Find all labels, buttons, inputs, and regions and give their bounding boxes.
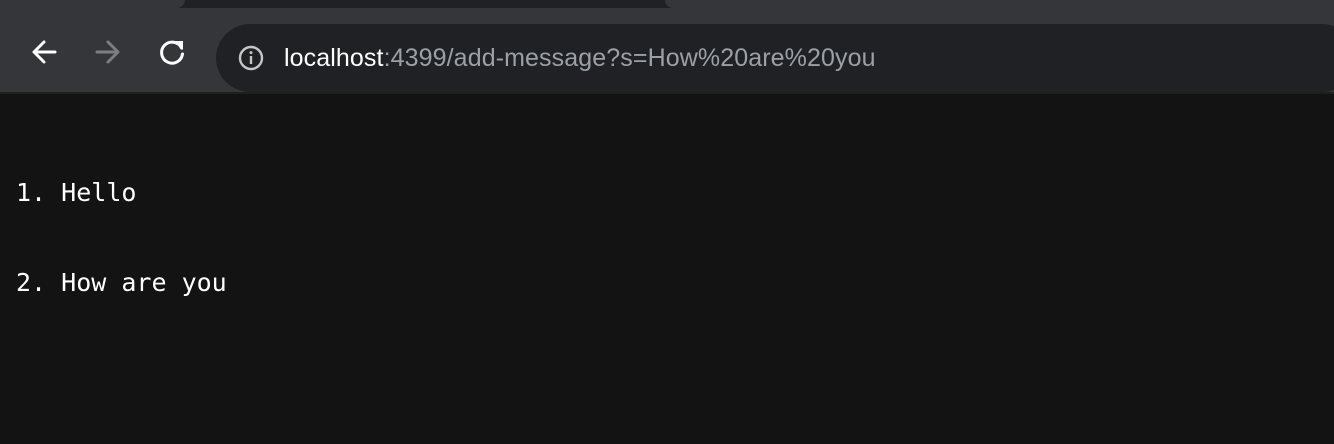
list-item: 1. Hello: [16, 178, 227, 208]
item-text: Hello: [61, 178, 137, 207]
forward-button[interactable]: [90, 34, 126, 70]
item-number: 2.: [16, 268, 47, 297]
arrow-left-icon: [32, 40, 57, 64]
url-host: localhost: [284, 44, 384, 72]
tab-active[interactable]: [0, 0, 185, 8]
info-icon[interactable]: [238, 45, 264, 71]
page-content: 1. Hello 2. How are you: [0, 94, 1334, 444]
url-text[interactable]: localhost:4399/add-message?s=How%20are%2…: [284, 42, 876, 74]
tab-strip-region: [665, 0, 1334, 8]
item-number: 1.: [16, 178, 47, 207]
reload-button[interactable]: [154, 34, 190, 70]
browser-window: localhost:4399/add-message?s=How%20are%2…: [0, 0, 1334, 444]
reload-icon: [160, 40, 184, 65]
browser-toolbar: localhost:4399/add-message?s=How%20are%2…: [0, 8, 1334, 92]
message-list: 1. Hello 2. How are you: [16, 118, 227, 358]
back-button[interactable]: [26, 34, 62, 70]
arrow-right-icon: [95, 40, 120, 64]
url-path: :4399/add-message?s=How%20are%20you: [383, 44, 876, 72]
address-bar[interactable]: localhost:4399/add-message?s=How%20are%2…: [216, 24, 1334, 92]
tab-strip: [0, 0, 1334, 8]
list-item: 2. How are you: [16, 268, 227, 298]
item-text: How are you: [61, 268, 227, 297]
